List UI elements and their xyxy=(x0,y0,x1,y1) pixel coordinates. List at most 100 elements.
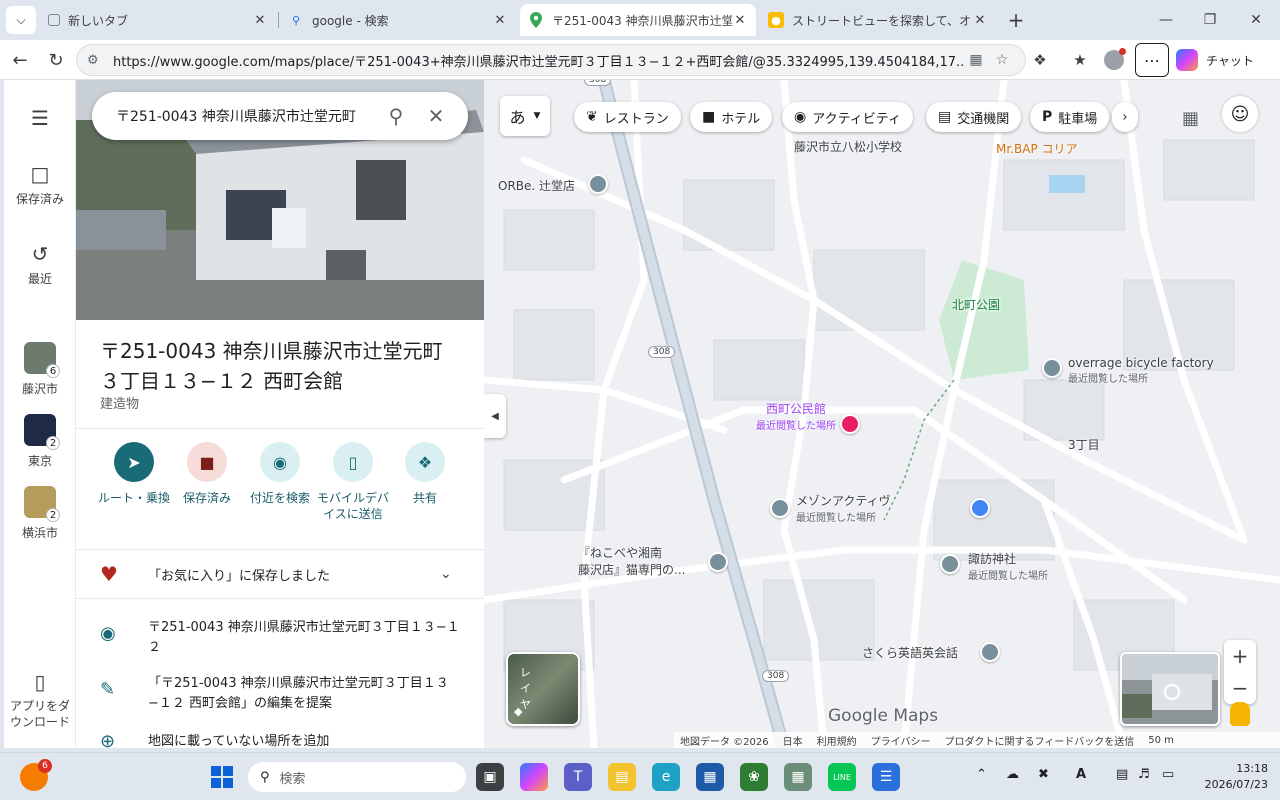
map-label-mrbap[interactable]: Mr.BAP コリア xyxy=(996,140,1078,157)
layers-button[interactable]: ◆ レイヤ xyxy=(506,652,580,726)
extensions-button[interactable]: ❖ xyxy=(1026,46,1054,74)
scale-bar[interactable]: 50 m xyxy=(1148,735,1174,746)
map-label-neko[interactable]: 『ねこべや湘南 藤沢店』猫専門の... xyxy=(578,544,685,578)
new-tab-button[interactable]: + xyxy=(1004,8,1028,32)
collapse-panel-button[interactable]: ◀ xyxy=(484,394,506,438)
tab-actions-menu-button[interactable]: ⌵ xyxy=(6,6,36,34)
show-hidden-icons-button[interactable]: ⌃ xyxy=(976,767,987,782)
save-button[interactable]: ■ 保存済み xyxy=(169,442,245,506)
saved-heart-pin[interactable] xyxy=(840,414,860,434)
notepad-app[interactable]: ☰ xyxy=(872,763,900,791)
favorites-button[interactable]: ★ xyxy=(1066,46,1094,74)
account-avatar[interactable]: ☺ xyxy=(1220,94,1260,134)
map-pin[interactable] xyxy=(770,498,790,518)
zoom-out-button[interactable]: − xyxy=(1224,672,1256,704)
share-button[interactable]: ❖ 共有 xyxy=(387,442,463,506)
rail-item-fujisawa[interactable]: 6 藤沢市 xyxy=(4,342,76,397)
spreadsheet-app[interactable]: ▦ xyxy=(784,763,812,791)
start-button[interactable] xyxy=(208,763,236,791)
task-view-button[interactable]: ▣ xyxy=(476,763,504,791)
apps-grid-icon[interactable]: ▦ xyxy=(1182,108,1199,129)
map-label-orbe[interactable]: ORBe. 辻堂店 xyxy=(498,177,575,194)
region-link[interactable]: 日本 xyxy=(783,733,803,748)
chip-transit[interactable]: ▤ 交通機関 xyxy=(926,102,1022,132)
map-pin[interactable] xyxy=(980,642,1000,662)
file-explorer-app[interactable]: ▤ xyxy=(608,763,636,791)
minimize-button[interactable]: — xyxy=(1146,6,1186,34)
close-icon[interactable]: ✕ xyxy=(416,104,456,128)
send-to-phone-button[interactable]: ▯ モバイルデバイスに送信 xyxy=(315,442,391,522)
back-button[interactable]: ← xyxy=(6,46,34,74)
chevron-down-icon[interactable]: ⌄ xyxy=(440,566,460,582)
settings-more-button[interactable]: ⋯ xyxy=(1135,43,1169,77)
store-app[interactable]: ▦ xyxy=(696,763,724,791)
map-label-bicycle[interactable]: overrage bicycle factory 最近閲覧した場所 xyxy=(1068,356,1214,385)
chip-hotel[interactable]: ■ ホテル xyxy=(690,102,773,132)
address-row[interactable]: ◉ 〒251-0043 神奈川県藤沢市辻堂元町３丁目１３−１２ xyxy=(76,618,484,658)
saved-list-row[interactable]: ♥ 「お気に入り」に保存しました ⌄ xyxy=(76,550,484,598)
map-pin[interactable] xyxy=(708,552,728,572)
street-view-thumbnail[interactable] xyxy=(1120,652,1220,726)
search-icon[interactable]: ⚲ xyxy=(376,104,416,128)
input-tools-button[interactable]: あ ▼ xyxy=(500,96,550,136)
directions-button[interactable]: ➤ ルート・乗換 xyxy=(96,442,172,506)
feedback-link[interactable]: プロダクトに関するフィードバックを送信 xyxy=(944,733,1134,748)
zoom-in-button[interactable]: + xyxy=(1224,640,1256,672)
map-label-english[interactable]: さくら英語英会話 xyxy=(862,644,958,661)
restore-button[interactable]: ❐ xyxy=(1190,6,1230,34)
map-canvas[interactable]: 308 308 308 あ ▼ ❦ レストラン ■ ホテル ◉ アクティビティ ▤ 交通… xyxy=(484,80,1280,748)
tab-google-maps[interactable]: 〒251-0043 神奈川県藤沢市辻堂元 ✕ xyxy=(520,4,756,36)
evernote-app[interactable]: ❀ xyxy=(740,763,768,791)
close-icon[interactable]: ✕ xyxy=(492,12,508,28)
tab-google-search[interactable]: ⚲ google - 検索 ✕ xyxy=(280,4,516,36)
map-pin[interactable] xyxy=(940,554,960,574)
rail-item-download-app[interactable]: ▯ アプリをダウンロード xyxy=(4,670,76,730)
map-label-hall[interactable]: 西町公民館 最近閲覧した場所 xyxy=(756,400,836,432)
close-icon[interactable]: ✕ xyxy=(732,12,748,28)
close-icon[interactable]: ✕ xyxy=(252,12,268,28)
home-pin[interactable] xyxy=(970,498,990,518)
refresh-button[interactable]: ↻ xyxy=(42,46,70,74)
onedrive-icon[interactable]: ☁ xyxy=(1006,767,1019,782)
battery-icon[interactable]: ▭ xyxy=(1162,767,1174,782)
network-icon[interactable]: ▤ xyxy=(1116,767,1128,782)
profile-button[interactable] xyxy=(1100,46,1128,74)
star-icon[interactable]: ☆ xyxy=(989,52,1015,68)
copilot-chat-button[interactable]: チャット xyxy=(1176,47,1254,73)
rail-item-saved[interactable]: □ 保存済み xyxy=(4,162,76,207)
taskbar-search[interactable]: ⚲ 検索 xyxy=(248,762,466,792)
pegman-icon[interactable] xyxy=(1230,702,1250,726)
tab-street-view[interactable]: ● ストリートビューを探索して、オリジナルの ✕ xyxy=(760,4,996,36)
line-app[interactable]: LINE xyxy=(828,763,856,791)
map-pin[interactable] xyxy=(588,174,608,194)
map-pin[interactable] xyxy=(1042,358,1062,378)
chips-next-button[interactable]: › xyxy=(1112,102,1138,132)
tab-new-tab[interactable]: 新しいタブ ✕ xyxy=(40,4,276,36)
volume-icon[interactable]: ♬ xyxy=(1138,767,1150,782)
url-text[interactable]: https://www.google.com/maps/place/〒251-0… xyxy=(113,51,963,70)
widgets-button[interactable]: 6 xyxy=(20,759,52,791)
close-icon[interactable]: ✕ xyxy=(972,12,988,28)
main-menu-button[interactable]: ☰ xyxy=(4,106,76,134)
place-category[interactable]: 建造物 xyxy=(100,393,139,412)
add-place-row[interactable]: ⊕ 地図に載っていない場所を追加 xyxy=(76,732,484,749)
chip-parking[interactable]: P 駐車場 xyxy=(1030,102,1110,132)
taskbar-clock[interactable]: 13:18 2026/07/23 xyxy=(1196,761,1268,793)
terms-link[interactable]: 利用規約 xyxy=(817,733,857,748)
chip-restaurant[interactable]: ❦ レストラン xyxy=(574,102,681,132)
teams-app[interactable]: T xyxy=(564,763,592,791)
suggest-edit-row[interactable]: ✎ 「〒251-0043 神奈川県藤沢市辻堂元町３丁目１３−１２ 西町会館」の編… xyxy=(76,674,484,714)
security-icon[interactable]: ✖ xyxy=(1038,767,1049,782)
address-bar[interactable]: ⚙ https://www.google.com/maps/place/〒251… xyxy=(76,44,1026,76)
search-nearby-button[interactable]: ◉ 付近を検索 xyxy=(242,442,318,506)
privacy-link[interactable]: プライバシー xyxy=(871,733,931,748)
map-label-park[interactable]: 北町公園 xyxy=(952,296,1000,313)
chip-activity[interactable]: ◉ アクティビティ xyxy=(782,102,914,132)
map-data-credit[interactable]: 地図データ ©2026 xyxy=(680,733,769,748)
search-input[interactable]: 〒251-0043 神奈川県藤沢市辻堂元町 xyxy=(116,106,376,126)
ime-mode-icon[interactable]: A xyxy=(1076,767,1086,782)
search-box[interactable]: 〒251-0043 神奈川県藤沢市辻堂元町 ⚲ ✕ xyxy=(92,92,468,140)
rail-item-tokyo[interactable]: 2 東京 xyxy=(4,414,76,469)
close-window-button[interactable]: ✕ xyxy=(1236,6,1276,34)
rail-item-recent[interactable]: ↺ 最近 xyxy=(4,242,76,287)
